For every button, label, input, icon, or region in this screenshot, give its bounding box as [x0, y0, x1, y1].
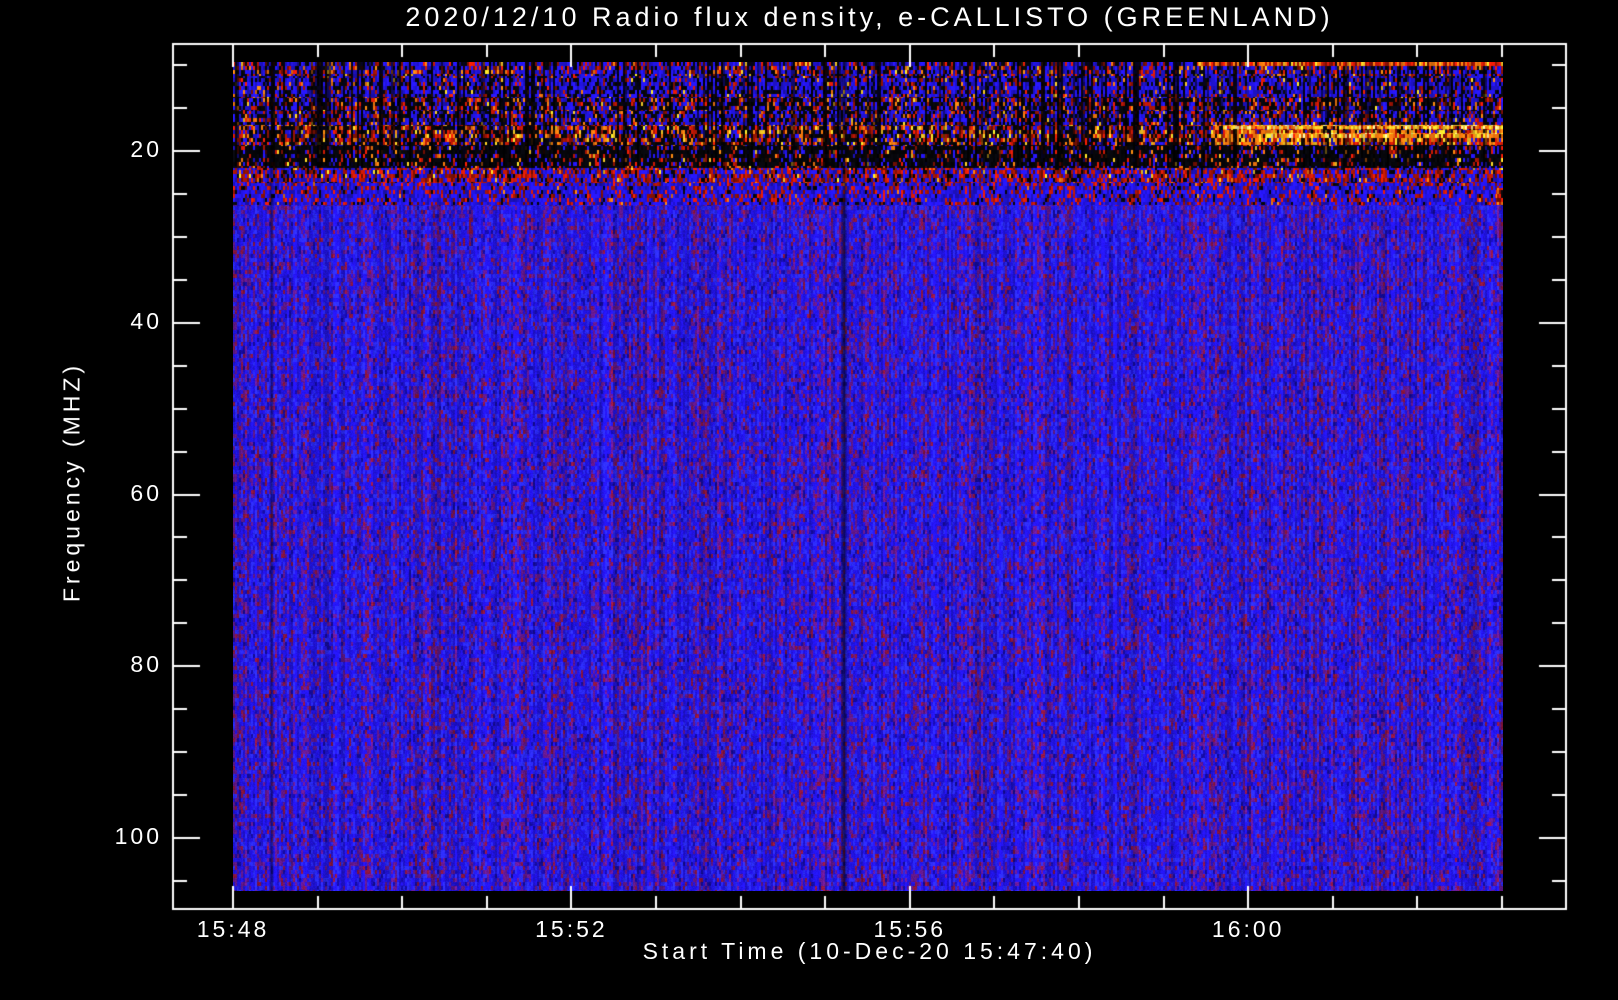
axes-frame-ticks-canvas — [0, 0, 1618, 1000]
x-tick-label: 15:48 — [196, 916, 270, 942]
x-tick-label: 16:00 — [1211, 916, 1285, 942]
x-tick-label: 15:52 — [535, 916, 608, 942]
y-tick-label: 40 — [130, 307, 162, 334]
x-tick-label: 15:56 — [873, 916, 947, 942]
y-tick-label: 60 — [130, 479, 162, 506]
y-tick-label: 100 — [114, 823, 162, 849]
spectrogram-page: 2020/12/10 Radio flux density, e-CALLIST… — [0, 0, 1618, 1000]
y-tick-label: 20 — [130, 136, 162, 162]
y-tick-label: 80 — [130, 651, 162, 678]
